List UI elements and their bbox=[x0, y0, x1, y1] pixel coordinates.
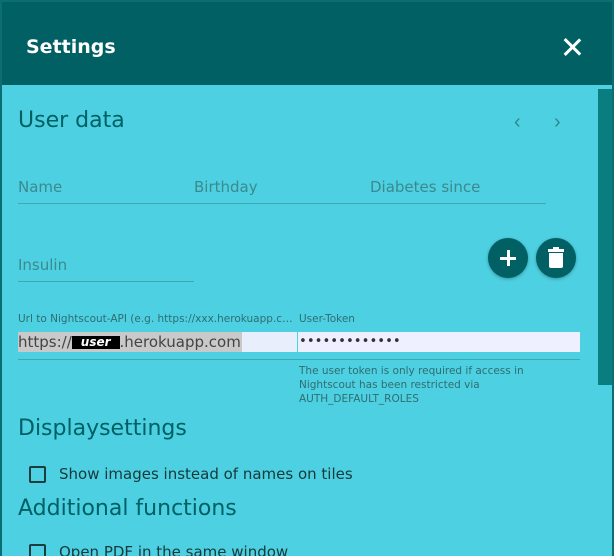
trash-lid bbox=[548, 249, 564, 252]
dialog-titlebar: Settings bbox=[2, 2, 612, 85]
display-settings-heading: Displaysettings bbox=[18, 416, 187, 441]
trash-can bbox=[549, 253, 563, 268]
additional-functions-heading: Additional functions bbox=[18, 496, 237, 521]
dialog-content: User data ‹ › Name Birthday Diabetes sin… bbox=[2, 85, 612, 556]
insulin-field[interactable]: Insulin bbox=[18, 256, 67, 274]
url-prefix: https:// bbox=[18, 333, 72, 351]
url-suffix: .herokuapp.com bbox=[119, 333, 241, 351]
delete-user-button[interactable] bbox=[536, 238, 576, 278]
url-redacted: user bbox=[71, 336, 120, 349]
show-images-checkbox[interactable] bbox=[29, 465, 46, 483]
url-underline bbox=[18, 359, 580, 360]
url-value[interactable]: https://user .herokuapp.com bbox=[18, 332, 242, 352]
diabetes-since-field[interactable]: Diabetes since bbox=[370, 178, 480, 196]
fields-underline bbox=[18, 203, 546, 204]
birthday-field[interactable]: Birthday bbox=[194, 178, 258, 196]
scrollbar-thumb[interactable] bbox=[598, 89, 612, 385]
token-input[interactable]: ••••••••••••• bbox=[298, 332, 580, 352]
url-label: Url to Nightscout-API (e.g. https://xxx.… bbox=[18, 313, 296, 325]
open-pdf-label: Open PDF in the same window bbox=[59, 543, 289, 556]
scrollbar[interactable] bbox=[598, 85, 612, 556]
show-images-label: Show images instead of names on tiles bbox=[59, 465, 353, 483]
open-pdf-checkbox-row[interactable]: Open PDF in the same window bbox=[29, 543, 288, 556]
token-hint: The user token is only required if acces… bbox=[299, 365, 524, 405]
settings-dialog: Settings User data ‹ › Name Birthday Dia… bbox=[2, 2, 612, 556]
insulin-underline bbox=[18, 281, 194, 282]
chevron-right-icon[interactable]: › bbox=[554, 111, 561, 134]
dialog-title: Settings bbox=[26, 36, 116, 58]
add-user-button[interactable] bbox=[488, 238, 528, 278]
user-data-heading: User data bbox=[18, 108, 125, 133]
name-field[interactable]: Name bbox=[18, 178, 62, 196]
close-icon[interactable] bbox=[562, 37, 582, 57]
open-pdf-checkbox[interactable] bbox=[29, 543, 46, 556]
token-label: User-Token bbox=[299, 313, 355, 325]
show-images-checkbox-row[interactable]: Show images instead of names on tiles bbox=[29, 465, 353, 483]
chevron-left-icon[interactable]: ‹ bbox=[514, 111, 521, 134]
